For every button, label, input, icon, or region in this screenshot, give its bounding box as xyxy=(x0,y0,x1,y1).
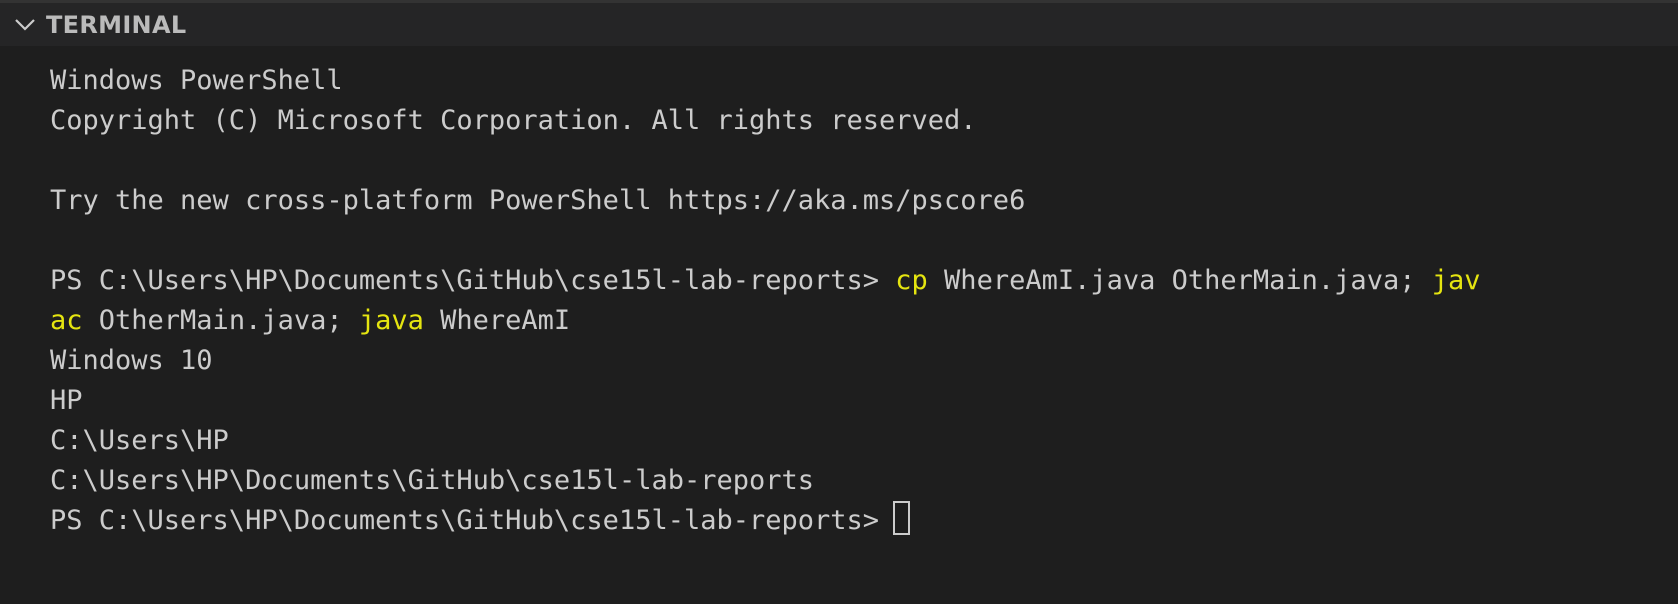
terminal-line: Try the new cross-platform PowerShell ht… xyxy=(50,185,1026,216)
terminal-output[interactable]: Windows PowerShell Copyright (C) Microso… xyxy=(50,61,1658,604)
cursor[interactable] xyxy=(893,501,911,535)
command-line: PS C:\Users\HP\Documents\GitHub\cse15l-l… xyxy=(50,261,1658,301)
output-line: HP xyxy=(50,385,83,416)
command-name-java: java xyxy=(358,305,424,336)
command-args: WhereAmI.java OtherMain.java; xyxy=(927,265,1432,296)
command-args: OtherMain.java; xyxy=(82,305,359,336)
panel-title: TERMINAL xyxy=(46,10,187,39)
prompt-text: PS C:\Users\HP\Documents\GitHub\cse15l-l… xyxy=(50,505,880,536)
prompt-text: PS C:\Users\HP\Documents\GitHub\cse15l-l… xyxy=(50,265,896,296)
chevron-down-icon[interactable] xyxy=(12,12,38,38)
terminal-line: Windows PowerShell xyxy=(50,65,343,96)
output-line: Windows 10 xyxy=(50,345,213,376)
command-name-javac: jav xyxy=(1431,265,1481,296)
command-args: WhereAmI xyxy=(423,305,571,336)
output-line: C:\Users\HP xyxy=(50,425,229,456)
command-name-cp: cp xyxy=(895,265,928,296)
command-line-wrapped: ac OtherMain.java; java WhereAmI xyxy=(50,301,1658,341)
output-line: C:\Users\HP\Documents\GitHub\cse15l-lab-… xyxy=(50,465,815,496)
terminal-panel-header[interactable]: TERMINAL xyxy=(0,0,1678,46)
terminal-line: Copyright (C) Microsoft Corporation. All… xyxy=(50,105,977,136)
prompt-line[interactable]: PS C:\Users\HP\Documents\GitHub\cse15l-l… xyxy=(50,501,1658,541)
terminal-panel: TERMINAL Windows PowerShell Copyright (C… xyxy=(0,0,1678,604)
command-name-javac: ac xyxy=(50,305,83,336)
